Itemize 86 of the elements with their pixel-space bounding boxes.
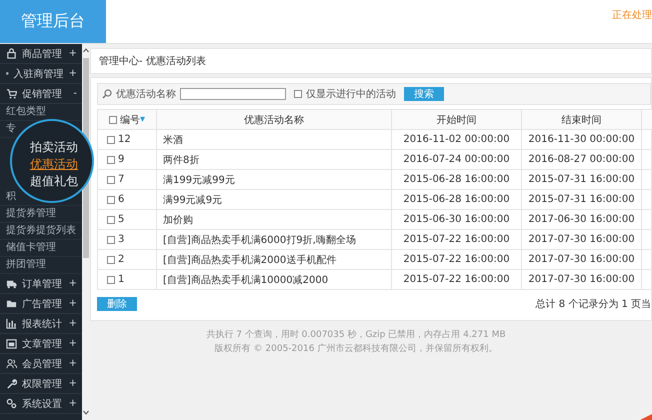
table-cell: 3: [118, 234, 124, 245]
submenu-item[interactable]: 专: [6, 123, 16, 135]
table-cell: 2017-07-30 16:00:00: [522, 270, 642, 290]
submenu-item[interactable]: 积: [6, 191, 16, 203]
bar-chart-icon: [6, 318, 17, 329]
submenu-item[interactable]: 拼团管理: [6, 259, 46, 271]
submenu-item[interactable]: 提货券提货列表: [6, 225, 76, 237]
row-checkbox[interactable]: [107, 256, 115, 264]
gear-icon: [6, 398, 17, 409]
toggle-icon[interactable]: +: [68, 298, 77, 309]
table-cell: 2016-08-27 00:00:00: [522, 150, 642, 170]
table-cell: 2017-07-30 16:00:00: [522, 250, 642, 270]
calendar-icon: [6, 338, 17, 349]
table-cell: 2016-11-30 00:00:00: [522, 130, 642, 150]
search-field[interactable]: [180, 88, 286, 100]
table-cell: 2015-06-30 16:00:00: [392, 210, 522, 230]
table-cell: [自营]商品热卖手机满6000打9折,嗨翻全场: [157, 230, 392, 250]
search-icon: [102, 89, 112, 99]
checkbox-label: 仅显示进行中的活动: [306, 88, 396, 101]
table-cell: 2017-07-30 16:00:00: [522, 230, 642, 250]
people-icon: [6, 358, 17, 369]
truck-icon: [6, 278, 17, 289]
toggle-icon[interactable]: +: [68, 378, 77, 389]
submenu-item[interactable]: 红包类型: [6, 106, 46, 118]
table-cell: [自营]商品热卖手机满2000送手机配件: [157, 250, 392, 270]
footer-text: 共执行 7 个查询，用时 0.007035 秒，Gzip 已禁用，内存占用 4.271 MB: [206, 328, 506, 341]
submenu-item[interactable]: 拍卖活动: [30, 140, 78, 154]
toggle-icon[interactable]: +: [68, 398, 77, 409]
row-checkbox[interactable]: [107, 176, 115, 184]
submenu-item[interactable]: 超值礼包: [30, 174, 78, 188]
toggle-icon[interactable]: -: [73, 88, 77, 99]
row-checkbox[interactable]: [107, 136, 115, 144]
table-cell: 2015-07-22 16:00:00: [392, 230, 522, 250]
table-cell: 12: [118, 134, 131, 145]
table-cell: 满199元减99元: [157, 170, 392, 190]
table-cell: 2015-07-22 16:00:00: [392, 270, 522, 290]
row-checkbox[interactable]: [107, 276, 115, 284]
table-cell: 6: [118, 194, 124, 205]
wrench-icon: [6, 378, 17, 389]
table-cell: 加价购: [157, 210, 392, 230]
cart-icon: [6, 88, 17, 99]
column-header[interactable]: 编号: [120, 112, 140, 126]
submenu-item[interactable]: 提货券管理: [6, 208, 56, 220]
table-cell: 2015-06-28 16:00:00: [392, 170, 522, 190]
table-cell: 2015-07-31 16:00:00: [522, 190, 642, 210]
table-cell: 1: [118, 274, 124, 285]
row-checkbox[interactable]: [107, 216, 115, 224]
toggle-icon[interactable]: +: [68, 48, 77, 59]
table-cell: 2016-11-02 00:00:00: [392, 130, 522, 150]
table-cell: 2017-06-30 16:00:00: [522, 210, 642, 230]
table-cell: 2: [118, 254, 124, 265]
table-cell: 9: [118, 154, 124, 165]
row-checkbox[interactable]: [107, 196, 115, 204]
table-cell: 2015-07-22 16:00:00: [392, 250, 522, 270]
toggle-icon[interactable]: +: [68, 318, 77, 329]
column-header: 优惠活动名称: [157, 110, 392, 130]
table-cell: 2015-07-31 16:00:00: [522, 170, 642, 190]
row-checkbox[interactable]: [107, 156, 115, 164]
table-cell: [自营]商品热卖手机满10000减2000: [157, 270, 392, 290]
checkbox[interactable]: [294, 90, 302, 98]
toggle-icon[interactable]: +: [68, 358, 77, 369]
select-all-checkbox[interactable]: [108, 116, 117, 124]
folder-icon: [6, 298, 17, 309]
app-title: 管理后台: [0, 0, 106, 43]
field-label: 优惠活动名称: [116, 88, 176, 101]
table-cell: 米酒: [157, 130, 392, 150]
row-checkbox[interactable]: [107, 236, 115, 244]
table-cell: 2015-06-28 16:00:00: [392, 190, 522, 210]
pagination-summary: 总计 8 个记录分为 1 页当: [536, 298, 651, 311]
column-header: 结束时间: [522, 110, 642, 130]
table-cell: 5: [118, 214, 124, 225]
toggle-icon[interactable]: +: [68, 278, 77, 289]
corner-mark-icon: [640, 412, 652, 420]
status-notice: 正在处理: [612, 8, 652, 22]
table-cell: 7: [118, 174, 124, 185]
toggle-icon[interactable]: +: [68, 68, 77, 79]
footer-text: 版权所有 © 2005-2016 广州市云都科技有限公司，并保留所有权利。: [214, 342, 498, 355]
table-cell: 两件8折: [157, 150, 392, 170]
table-cell: 2016-07-24 00:00:00: [392, 150, 522, 170]
submenu-item[interactable]: 储值卡管理: [6, 242, 56, 254]
toggle-icon[interactable]: +: [68, 338, 77, 349]
table-cell: 满99元减9元: [157, 190, 392, 210]
breadcrumb: 管理中心- 优惠活动列表: [90, 48, 652, 74]
submenu-item[interactable]: 优惠活动: [30, 156, 78, 170]
column-header: 开始时间: [392, 110, 522, 130]
bag-icon: [6, 48, 17, 59]
